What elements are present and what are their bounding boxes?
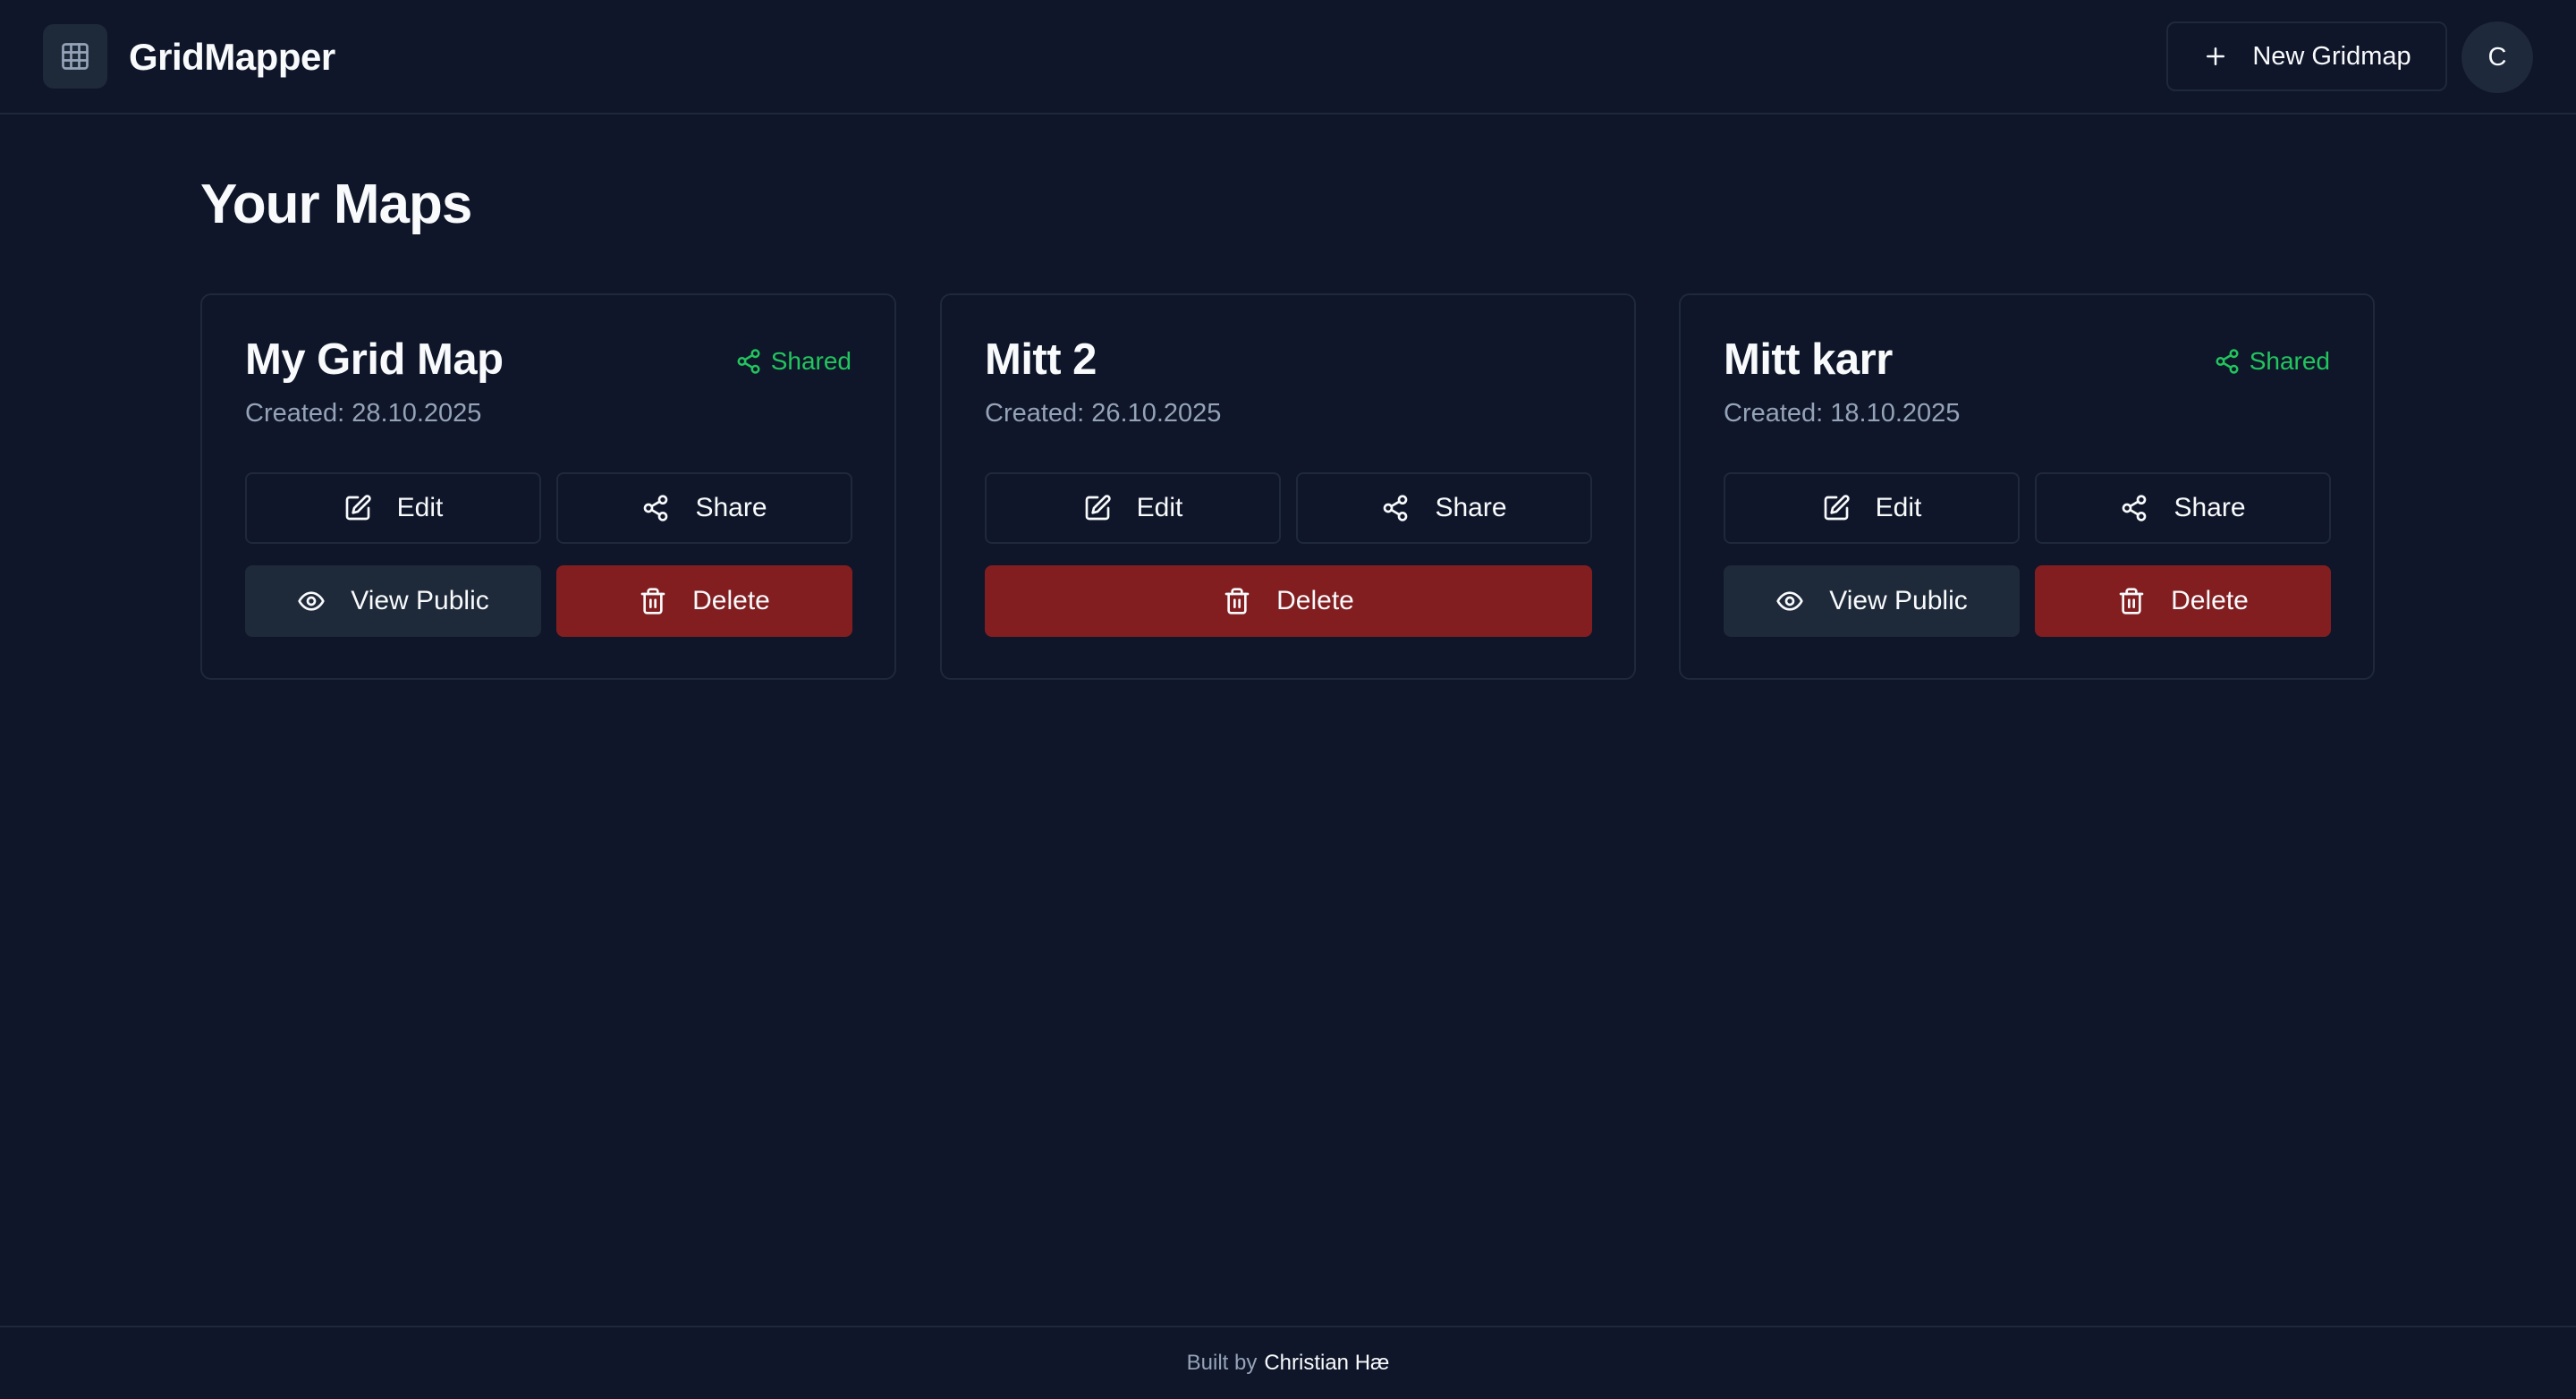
edit-label: Edit [396,493,444,522]
share-icon [2120,494,2148,522]
share-button[interactable]: Share [556,472,852,544]
share-button[interactable]: Share [2035,472,2331,544]
delete-button[interactable]: Delete [556,565,852,637]
eye-icon [297,587,326,615]
share-icon [2214,348,2241,375]
share-label: Share [2174,493,2246,522]
map-title: Mitt 2 [985,335,1097,384]
footer-prefix: Built by [1186,1351,1258,1375]
edit-icon [1822,494,1851,522]
new-gridmap-button[interactable]: New Gridmap [2166,21,2447,91]
trash-icon [639,587,667,615]
trash-icon [2117,587,2146,615]
view-public-label: View Public [1829,586,1968,615]
map-created-date: Created: 28.10.2025 [245,399,482,428]
shared-label: Shared [2249,347,2330,375]
grid-icon [59,40,91,72]
map-created-date: Created: 18.10.2025 [1724,399,1961,428]
top-bar: GridMapper New Gridmap C [0,0,2576,114]
edit-button[interactable]: Edit [985,472,1281,544]
footer-author-link[interactable]: Christian Hæ [1264,1351,1389,1376]
edit-button[interactable]: Edit [1724,472,2020,544]
new-gridmap-label: New Gridmap [2252,41,2411,71]
view-public-button[interactable]: View Public [1724,565,2020,637]
edit-label: Edit [1136,493,1183,522]
plus-icon [2202,43,2229,70]
delete-label: Delete [692,586,770,615]
map-title: My Grid Map [245,335,504,384]
edit-icon [1083,494,1112,522]
share-icon [735,348,762,375]
map-card: Mitt 2 Created: 26.10.2025 Edit Share De… [940,293,1636,680]
shared-badge: Shared [2214,345,2330,377]
map-title: Mitt karr [1724,335,1893,384]
delete-button[interactable]: Delete [2035,565,2331,637]
shared-label: Shared [770,347,852,375]
share-button[interactable]: Share [1296,472,1592,544]
eye-icon [1775,587,1804,615]
edit-button[interactable]: Edit [245,472,541,544]
delete-label: Delete [2171,586,2249,615]
footer: Built by Christian Hæ [0,1326,2576,1399]
user-avatar[interactable]: C [2462,21,2533,93]
share-label: Share [695,493,767,522]
edit-label: Edit [1875,493,1922,522]
app-logo[interactable] [43,24,107,89]
map-card: My Grid Map Created: 28.10.2025 Shared E… [200,293,896,680]
trash-icon [1223,587,1251,615]
view-public-button[interactable]: View Public [245,565,541,637]
share-label: Share [1435,493,1507,522]
share-icon [641,494,670,522]
delete-button[interactable]: Delete [985,565,1592,637]
view-public-label: View Public [351,586,489,615]
map-card: Mitt karr Created: 18.10.2025 Shared Edi… [1679,293,2375,680]
app-title[interactable]: GridMapper [129,32,335,82]
delete-label: Delete [1276,586,1354,615]
edit-icon [343,494,372,522]
shared-badge: Shared [735,345,852,377]
share-icon [1381,494,1410,522]
map-created-date: Created: 26.10.2025 [985,399,1222,428]
page-title: Your Maps [200,174,472,235]
